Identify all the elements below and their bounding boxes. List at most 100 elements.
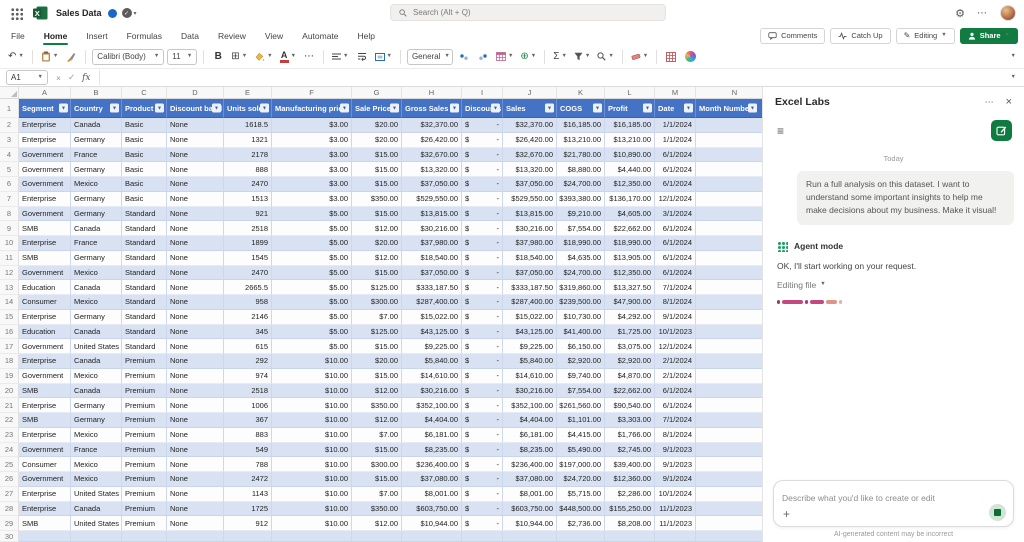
- select-all-corner[interactable]: [0, 87, 19, 98]
- cell[interactable]: $300.00: [352, 457, 402, 472]
- cell[interactable]: Germany: [71, 192, 122, 207]
- cell[interactable]: $-: [462, 339, 503, 354]
- cell[interactable]: 11: [696, 516, 762, 531]
- cell[interactable]: $5.00: [272, 251, 352, 266]
- cell[interactable]: Mexico: [71, 428, 122, 443]
- cell[interactable]: 9: [696, 310, 762, 325]
- cell[interactable]: $10.00: [272, 428, 352, 443]
- cell[interactable]: 12/1/2024: [655, 339, 696, 354]
- cell[interactable]: SMB: [19, 221, 71, 236]
- cell[interactable]: 292: [224, 354, 272, 369]
- cell[interactable]: $448,500.00: [557, 502, 605, 517]
- cell[interactable]: 8/1/2024: [655, 295, 696, 310]
- cell[interactable]: $7.00: [352, 310, 402, 325]
- cell[interactable]: $18,540.00: [503, 251, 557, 266]
- tab-view[interactable]: View: [264, 28, 284, 44]
- cell[interactable]: $4,292.00: [605, 310, 655, 325]
- cell[interactable]: None: [167, 266, 224, 281]
- cell[interactable]: $-: [462, 384, 503, 399]
- cell[interactable]: Mexico: [71, 266, 122, 281]
- cell[interactable]: 974: [224, 369, 272, 384]
- cell[interactable]: None: [167, 369, 224, 384]
- column-header[interactable]: Sale Price▼: [352, 99, 402, 118]
- row-number[interactable]: 3: [0, 133, 19, 148]
- cell[interactable]: 9: [696, 457, 762, 472]
- cell[interactable]: 615: [224, 339, 272, 354]
- cell[interactable]: $13,320.00: [503, 162, 557, 177]
- cell[interactable]: $-: [462, 354, 503, 369]
- cell[interactable]: 958: [224, 295, 272, 310]
- cell[interactable]: Standard: [122, 207, 167, 222]
- cell[interactable]: $10.00: [272, 413, 352, 428]
- cell[interactable]: Premium: [122, 457, 167, 472]
- cell[interactable]: Standard: [122, 310, 167, 325]
- row-number[interactable]: 28: [0, 502, 19, 517]
- cell[interactable]: $37,050.00: [402, 266, 462, 281]
- cell[interactable]: Basic: [122, 118, 167, 133]
- cell[interactable]: 7: [696, 280, 762, 295]
- cell[interactable]: [19, 531, 71, 542]
- cell[interactable]: $125.00: [352, 325, 402, 340]
- cell[interactable]: $-: [462, 502, 503, 517]
- cell[interactable]: 6/1/2024: [655, 384, 696, 399]
- cell[interactable]: Standard: [122, 221, 167, 236]
- confirm-entry-icon[interactable]: ✓: [68, 72, 75, 83]
- cell[interactable]: $333,187.50: [402, 280, 462, 295]
- cell[interactable]: None: [167, 251, 224, 266]
- cell[interactable]: Enterprise: [19, 428, 71, 443]
- cell[interactable]: SMB: [19, 413, 71, 428]
- insert-function-icon[interactable]: fx: [82, 73, 90, 83]
- cell[interactable]: $5.00: [272, 280, 352, 295]
- cell[interactable]: $-: [462, 413, 503, 428]
- cell[interactable]: $5.00: [272, 236, 352, 251]
- cell[interactable]: 6/1/2024: [655, 251, 696, 266]
- cell[interactable]: $-: [462, 221, 503, 236]
- cell[interactable]: $3.00: [272, 148, 352, 163]
- cell[interactable]: 1143: [224, 487, 272, 502]
- row-number[interactable]: 2: [0, 118, 19, 133]
- align-button[interactable]: ▼: [330, 48, 350, 65]
- cell[interactable]: Premium: [122, 516, 167, 531]
- cell[interactable]: [503, 531, 557, 542]
- cell[interactable]: Premium: [122, 354, 167, 369]
- cell[interactable]: $350.00: [352, 398, 402, 413]
- cell[interactable]: $5.00: [272, 325, 352, 340]
- cell[interactable]: $10,944.00: [402, 516, 462, 531]
- cell[interactable]: None: [167, 354, 224, 369]
- cell[interactable]: None: [167, 443, 224, 458]
- cell[interactable]: Germany: [71, 398, 122, 413]
- cell[interactable]: 9/1/2024: [655, 472, 696, 487]
- row-number[interactable]: 23: [0, 428, 19, 443]
- cell[interactable]: [352, 531, 402, 542]
- cell[interactable]: 1: [696, 133, 762, 148]
- cell[interactable]: $30,216.00: [402, 221, 462, 236]
- cell[interactable]: 6: [696, 398, 762, 413]
- cell[interactable]: $20.00: [352, 118, 402, 133]
- cell[interactable]: Premium: [122, 384, 167, 399]
- cell[interactable]: $8,235.00: [503, 443, 557, 458]
- cell[interactable]: $5,840.00: [503, 354, 557, 369]
- cell[interactable]: [696, 531, 762, 542]
- cell[interactable]: 10: [696, 325, 762, 340]
- tab-automate[interactable]: Automate: [301, 28, 339, 44]
- row-number[interactable]: 21: [0, 398, 19, 413]
- cell[interactable]: 6: [696, 221, 762, 236]
- cell[interactable]: $529,550.00: [503, 192, 557, 207]
- row-number[interactable]: 19: [0, 369, 19, 384]
- cell[interactable]: $12.00: [352, 251, 402, 266]
- cell[interactable]: $-: [462, 325, 503, 340]
- cell[interactable]: Standard: [122, 339, 167, 354]
- cell[interactable]: $393,380.00: [557, 192, 605, 207]
- cell[interactable]: Canada: [71, 384, 122, 399]
- cell[interactable]: $32,670.00: [402, 148, 462, 163]
- cell[interactable]: $2,745.00: [605, 443, 655, 458]
- filter-button[interactable]: ▼: [684, 104, 693, 113]
- cell[interactable]: $9,225.00: [503, 339, 557, 354]
- cell[interactable]: $-: [462, 192, 503, 207]
- cell[interactable]: None: [167, 398, 224, 413]
- title-dropdown-chevron-icon[interactable]: ▾: [134, 10, 137, 17]
- cell[interactable]: $4,870.00: [605, 369, 655, 384]
- cell[interactable]: 2: [696, 354, 762, 369]
- chat-history-menu-icon[interactable]: ≡: [777, 124, 991, 138]
- cell[interactable]: Basic: [122, 177, 167, 192]
